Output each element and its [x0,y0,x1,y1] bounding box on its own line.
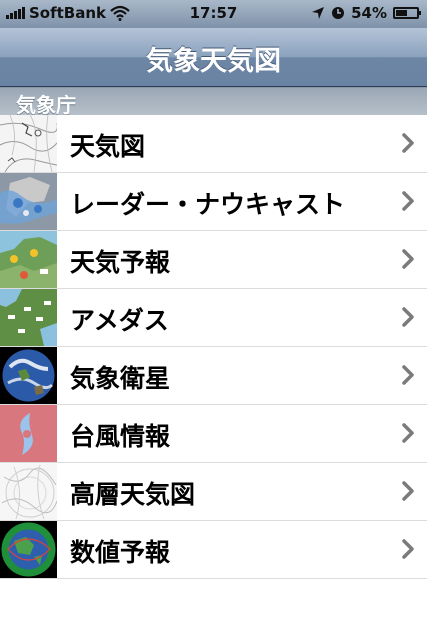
list-item-label: 天気予報 [70,248,171,277]
chevron-right-icon [402,365,414,385]
list-item-label: 高層天気図 [70,480,196,509]
battery-icon [393,7,421,19]
section-header: 気象庁 [0,87,427,117]
list-item-label: レーダー・ナウキャスト [70,190,346,219]
status-right: 54% [311,4,421,22]
radar-nowcast-thumbnail [0,173,57,230]
menu-list: 天気図 レーダー・ナウキャスト 天気予報 アメダス 気象衛星 台風情報 高層天気… [0,115,427,579]
amedas-map-thumbnail [0,289,57,346]
weather-chart-thumbnail [0,115,57,172]
list-item-label: 気象衛星 [70,364,171,393]
page-title: 気象天気図 [146,46,281,77]
list-item-typhoon[interactable]: 台風情報 [0,405,427,463]
list-item-satellite[interactable]: 気象衛星 [0,347,427,405]
upper-air-chart-thumbnail [0,463,57,520]
list-item-amedas[interactable]: アメダス [0,289,427,347]
chevron-right-icon [402,133,414,153]
location-arrow-icon [312,7,325,19]
satellite-earth-thumbnail [0,347,57,404]
chevron-right-icon [402,307,414,327]
navigation-bar: 気象天気図 [0,28,427,87]
numerical-forecast-globe-thumbnail [0,521,57,578]
list-item-upper-air[interactable]: 高層天気図 [0,463,427,521]
typhoon-symbol-thumbnail [0,405,57,462]
list-item-label: 数値予報 [70,538,171,567]
status-bar: SoftBank 17:57 54% [0,0,427,28]
list-item-radar-nowcast[interactable]: レーダー・ナウキャスト [0,173,427,231]
list-item-label: 天気図 [70,132,146,161]
list-item-label: アメダス [70,306,169,335]
forecast-map-thumbnail [0,231,57,288]
battery-percent: 54% [351,4,387,22]
list-item-label: 台風情報 [70,422,171,451]
alarm-clock-icon [332,7,345,19]
chevron-right-icon [402,423,414,443]
section-header-label: 気象庁 [16,93,76,117]
chevron-right-icon [402,249,414,269]
list-item-numerical-forecast[interactable]: 数値予報 [0,521,427,579]
chevron-right-icon [402,191,414,211]
chevron-right-icon [402,539,414,559]
chevron-right-icon [402,481,414,501]
list-item-weather-chart[interactable]: 天気図 [0,115,427,173]
list-item-forecast[interactable]: 天気予報 [0,231,427,289]
